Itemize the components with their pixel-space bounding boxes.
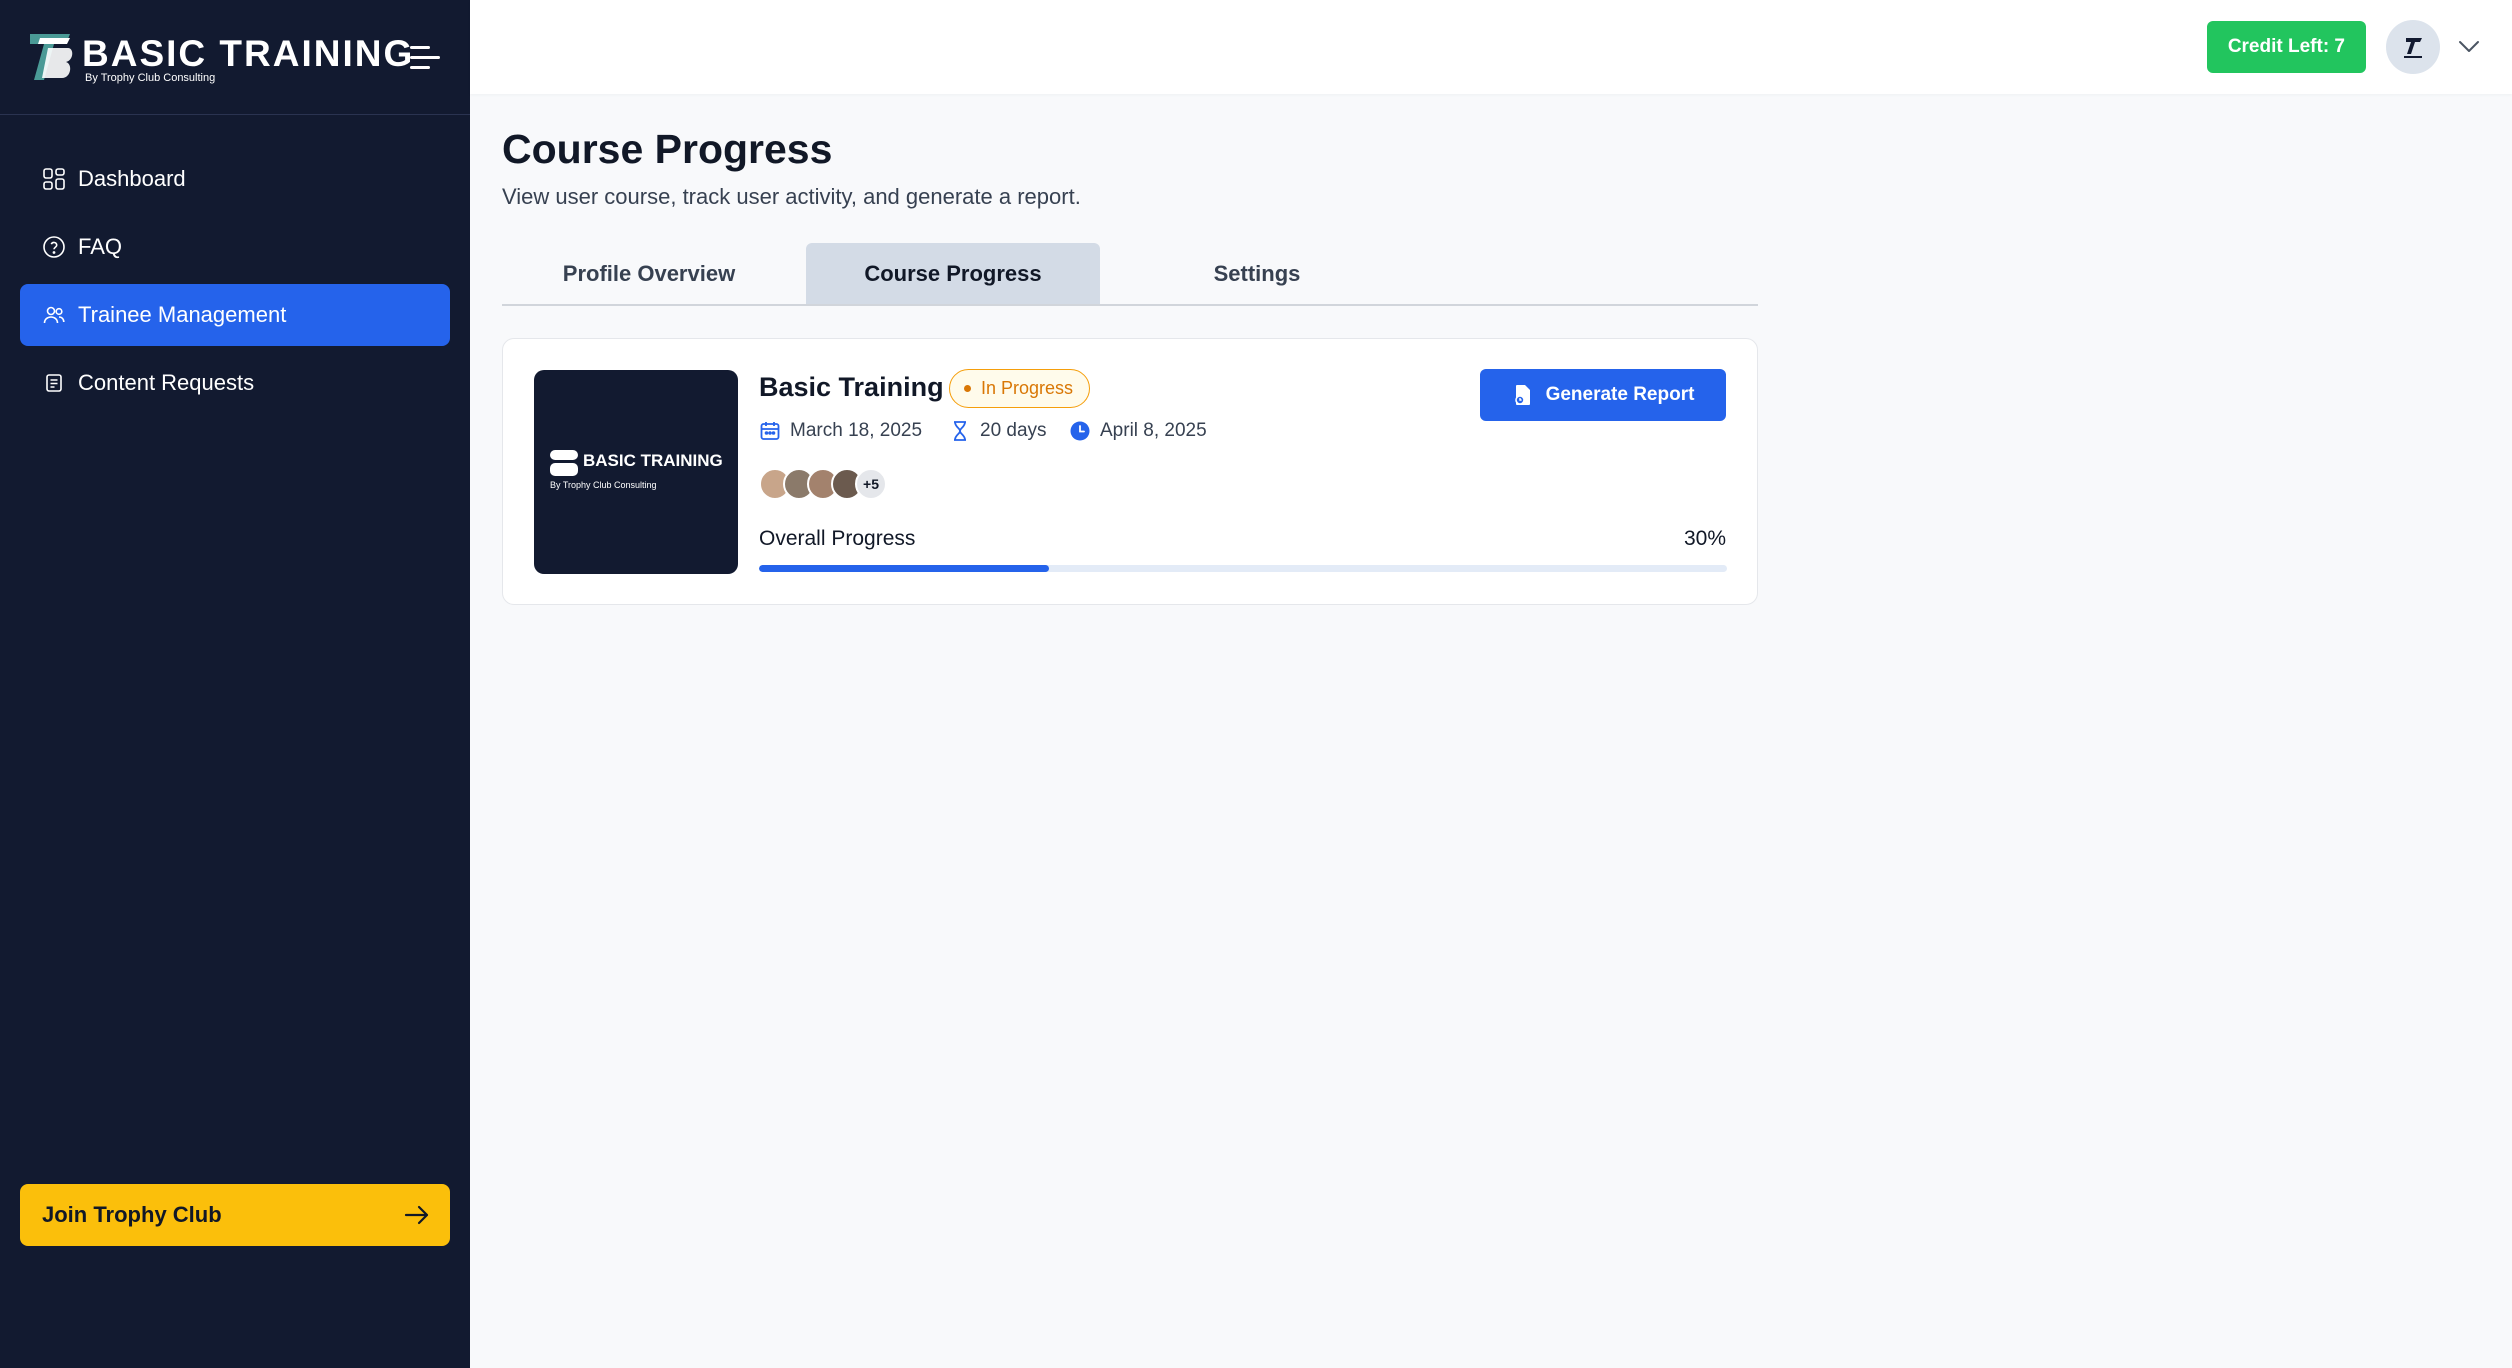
status-label: In Progress	[981, 378, 1074, 398]
brand-title: BASIC TRAINING	[82, 33, 415, 74]
credit-badge[interactable]: Credit Left: 7	[2206, 21, 2366, 73]
dashboard-grid-icon	[42, 167, 66, 191]
page-title: Course Progress	[502, 126, 833, 172]
more-participants-count: +5	[855, 468, 887, 500]
join-trophy-club-button[interactable]: Join Trophy Club	[20, 1184, 450, 1246]
course-thumbnail[interactable]: BASIC TRAINING By Trophy Club Consulting	[534, 370, 738, 574]
sidebar-item-label: Content Requests	[78, 370, 255, 395]
brand-subtitle: By Trophy Club Consulting	[85, 72, 216, 84]
sidebar-item-faq[interactable]: FAQ	[20, 216, 450, 278]
brand-logo-avatar	[2404, 38, 2422, 58]
chevron-down-icon[interactable]	[2456, 36, 2482, 56]
sidebar-nav: Dashboard FAQ Trainee Management Content…	[20, 148, 450, 420]
sidebar-item-label: FAQ	[78, 234, 123, 259]
question-circle-icon	[42, 235, 66, 259]
brand-logo-icon[interactable]	[26, 30, 74, 84]
course-card: BASIC TRAINING By Trophy Club Consulting…	[502, 338, 1758, 605]
progress-percent: 30%	[1683, 527, 1726, 550]
start-date: March 18, 2025	[759, 418, 922, 444]
calendar-icon	[759, 420, 781, 442]
start-date-text: March 18, 2025	[790, 420, 923, 441]
end-date: April 8, 2025	[1069, 418, 1207, 444]
status-badge: In Progress	[949, 369, 1091, 408]
sidebar-item-label: Dashboard	[78, 166, 186, 191]
progress-label: Overall Progress	[759, 527, 916, 550]
tab-settings[interactable]: Settings	[1110, 243, 1404, 304]
thumbnail-subtitle: By Trophy Club Consulting	[550, 480, 657, 490]
generate-report-label: Generate Report	[1545, 384, 1695, 405]
thumbnail-title: BASIC TRAINING	[583, 451, 723, 470]
tab-course-progress[interactable]: Course Progress	[806, 243, 1100, 304]
progress-bar-fill	[759, 565, 1050, 572]
users-icon	[42, 303, 66, 327]
sidebar-item-trainee-management[interactable]: Trainee Management	[20, 284, 450, 346]
participant-avatars[interactable]: +5	[759, 468, 887, 502]
sidebar-item-dashboard[interactable]: Dashboard	[20, 148, 450, 210]
sidebar-item-content-requests[interactable]: Content Requests	[20, 352, 450, 414]
user-avatar[interactable]	[2386, 20, 2440, 74]
top-bar: Credit Left: 7	[470, 0, 2512, 94]
end-date-text: April 8, 2025	[1100, 420, 1207, 441]
course-title: Basic Training	[759, 372, 944, 402]
tab-bar: Profile Overview Course Progress Setting…	[502, 243, 1758, 306]
menu-toggle-icon[interactable]	[410, 44, 444, 72]
tab-profile-overview[interactable]: Profile Overview	[502, 243, 796, 304]
join-button-label: Join Trophy Club	[42, 1202, 222, 1227]
document-list-icon	[42, 371, 66, 395]
progress-bar	[759, 565, 1727, 572]
report-icon	[1512, 383, 1534, 407]
sidebar-item-label: Trainee Management	[78, 302, 287, 327]
clock-icon	[1069, 420, 1091, 442]
page-subtitle: View user course, track user activity, a…	[502, 184, 1081, 209]
duration-text: 20 days	[980, 420, 1047, 441]
sidebar: BASIC TRAINING By Trophy Club Consulting…	[0, 0, 470, 1368]
arrow-right-icon	[404, 1205, 429, 1225]
generate-report-button[interactable]: Generate Report	[1480, 369, 1726, 421]
brand-logo-icon	[550, 450, 578, 476]
brand-header: BASIC TRAINING By Trophy Club Consulting	[0, 0, 470, 115]
hourglass-icon	[949, 420, 971, 442]
status-dot-icon	[964, 385, 971, 392]
duration: 20 days	[949, 418, 1047, 444]
